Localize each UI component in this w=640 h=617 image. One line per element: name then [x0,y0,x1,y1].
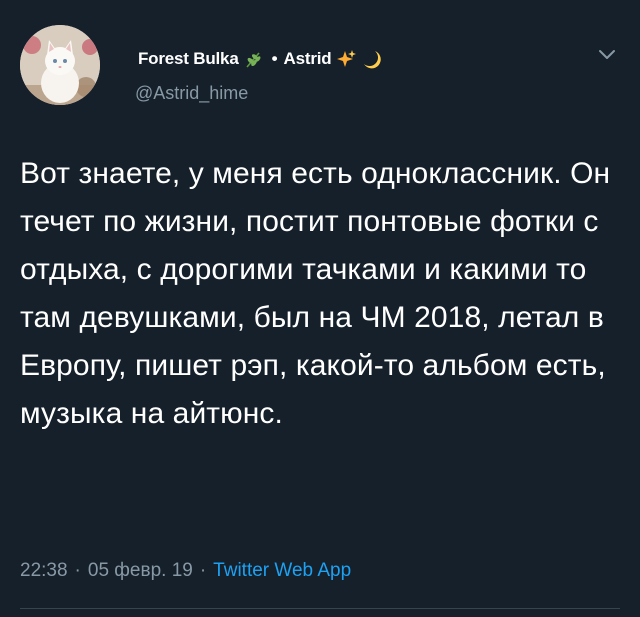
meta-dot: · [199,560,207,581]
second-name[interactable]: Astrid [284,49,332,69]
meta-dot: · [74,560,81,581]
author-name-row[interactable]: Forest Bulka • Astrid [138,47,382,71]
tweet-time[interactable]: 22:38 [20,560,68,581]
sparkles-icon [336,49,357,69]
tweet-date[interactable]: 05 февр. 19 [88,560,193,581]
tweet-meta: 22:38 · 05 февр. 19 · Twitter Web App [20,560,351,582]
name-separator: • [271,49,278,68]
divider [20,608,620,609]
chevron-down-icon[interactable] [596,47,618,63]
herb-icon [244,49,264,69]
tweet-source-link[interactable]: Twitter Web App [213,560,351,581]
display-name[interactable]: Forest Bulka [138,49,239,69]
avatar[interactable] [20,25,100,105]
tweet-card: Forest Bulka • Astrid @Astrid_hime Вот з… [0,0,640,617]
author-handle[interactable]: @Astrid_hime [135,83,248,104]
tweet-text: Вот знаете, у меня есть одноклассник. Он… [20,157,611,430]
cat-avatar-image [20,25,100,105]
crescent-moon-icon [361,49,382,69]
